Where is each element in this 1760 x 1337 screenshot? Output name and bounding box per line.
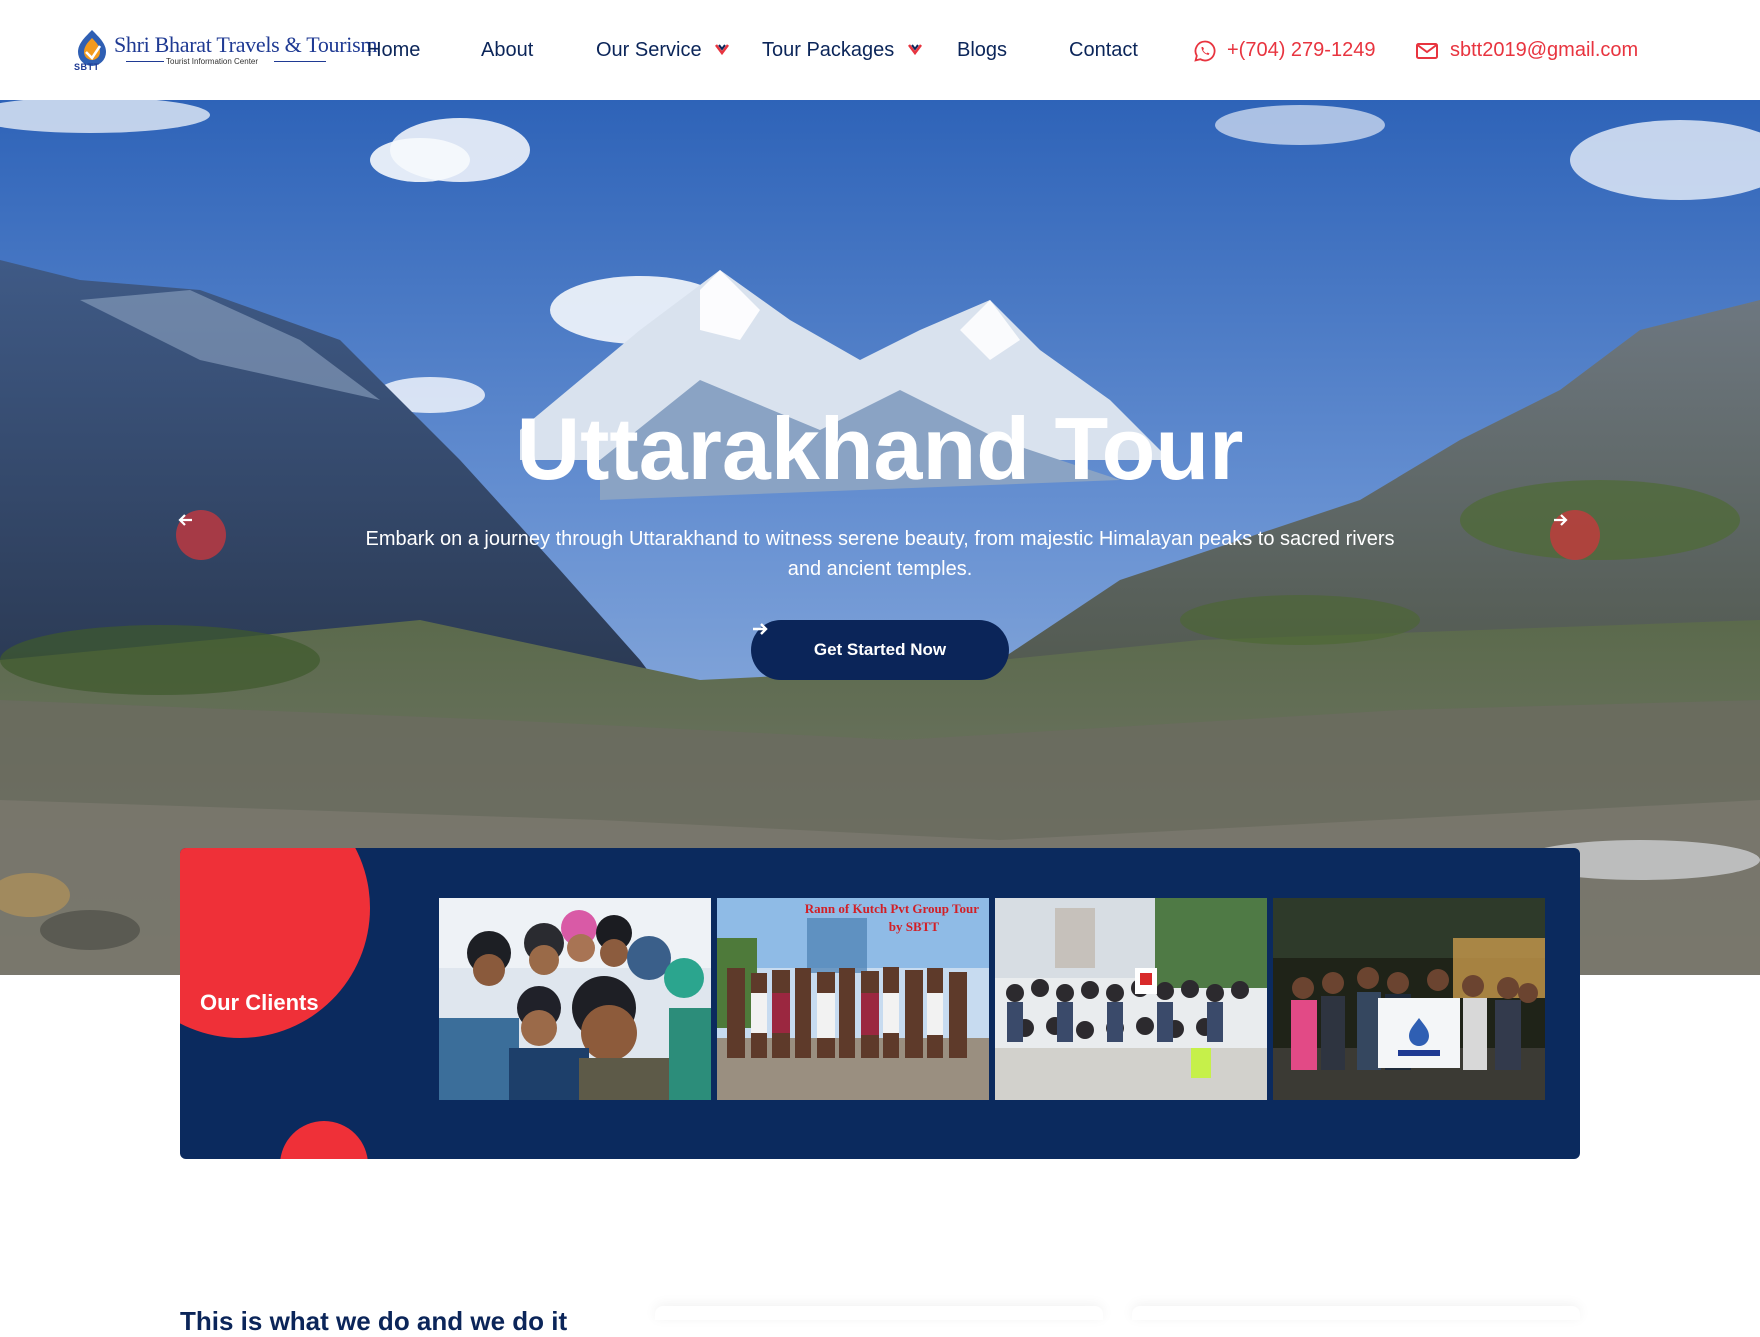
nav-about[interactable]: About xyxy=(481,39,533,62)
nav-tour-packages[interactable]: Tour Packages xyxy=(762,39,894,62)
hero-title: Uttarakhand Tour xyxy=(516,399,1244,498)
clients-section: Our Clients Rann of Kutch Pvt Group Tour… xyxy=(180,848,1580,1159)
chevron-down-icon[interactable] xyxy=(713,40,731,58)
hero-slider: Uttarakhand Tour Embark on a journey thr… xyxy=(0,100,1760,975)
photo-caption-line2: by SBTT xyxy=(888,919,939,934)
nav-blogs[interactable]: Blogs xyxy=(957,39,1007,62)
nav-our-service[interactable]: Our Service xyxy=(596,39,702,62)
slider-next-button[interactable] xyxy=(1550,510,1600,560)
client-group-photo xyxy=(995,898,1267,1100)
client-photo-4[interactable] xyxy=(1273,898,1545,1100)
client-photo-2[interactable]: Rann of Kutch Pvt Group Tour by SBTT xyxy=(717,898,989,1100)
phone-link[interactable]: +(704) 279-1249 xyxy=(1227,39,1375,62)
site-header: Shri Bharat Travels & Tourism Tourist In… xyxy=(0,0,1760,100)
mail-icon xyxy=(1416,43,1438,59)
nav-contact[interactable]: Contact xyxy=(1069,39,1138,62)
logo-divider-left xyxy=(126,61,164,62)
arrow-left-icon xyxy=(178,514,192,526)
photo-caption-line1: Rann of Kutch Pvt Group Tour xyxy=(804,901,979,916)
clients-heading: Our Clients xyxy=(200,990,319,1015)
arrow-right-icon xyxy=(1554,514,1568,526)
email-link[interactable]: sbtt2019@gmail.com xyxy=(1450,39,1638,62)
arrow-right-icon xyxy=(753,623,768,635)
services-heading: This is what we do and we do it xyxy=(180,1306,568,1336)
nav-home[interactable]: Home xyxy=(367,39,420,62)
service-card[interactable] xyxy=(1132,1306,1580,1320)
clients-decor-circle-small xyxy=(280,1121,368,1159)
client-group-photo xyxy=(439,898,711,1100)
whatsapp-icon xyxy=(1194,40,1216,62)
client-photo-3[interactable] xyxy=(995,898,1267,1100)
hero-subtitle: Embark on a journey through Uttarakhand … xyxy=(365,528,1395,580)
slider-prev-button[interactable] xyxy=(176,510,226,560)
get-started-button[interactable]: Get Started Now xyxy=(751,620,1009,680)
brand-tagline: Tourist Information Center xyxy=(166,57,259,66)
service-card[interactable] xyxy=(655,1306,1103,1320)
logo-divider-right xyxy=(274,61,326,62)
brand-abbr: SBTT xyxy=(74,62,100,72)
brand-name: Shri Bharat Travels & Tourism xyxy=(114,32,378,57)
photo-caption: Rann of Kutch Pvt Group Tour by SBTT xyxy=(717,900,989,936)
get-started-label: Get Started Now xyxy=(813,640,947,659)
chevron-down-icon[interactable] xyxy=(906,40,924,58)
client-photo-1[interactable] xyxy=(439,898,711,1100)
brand-logo[interactable]: Shri Bharat Travels & Tourism Tourist In… xyxy=(74,26,377,74)
client-group-photo xyxy=(1273,898,1545,1100)
